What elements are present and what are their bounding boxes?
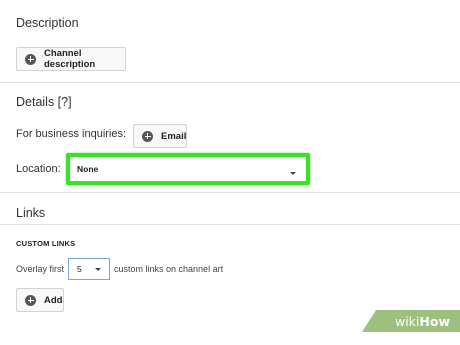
add-link-button[interactable]: Add xyxy=(16,288,64,312)
watermark-how: How xyxy=(419,313,450,329)
overlay-suffix: custom links on channel art xyxy=(114,264,224,274)
add-button-label: Add xyxy=(44,294,63,306)
location-value: None xyxy=(77,164,99,174)
chevron-down-icon xyxy=(290,172,296,175)
overlay-count-select[interactable]: 5 xyxy=(68,258,111,280)
add-circle-icon xyxy=(142,130,153,142)
email-button-label: Email xyxy=(161,130,187,142)
divider xyxy=(0,192,460,193)
add-circle-icon xyxy=(25,294,36,306)
watermark-wiki: wiki xyxy=(394,313,420,329)
details-heading: Details [?] xyxy=(16,95,72,109)
location-label: Location: xyxy=(16,163,61,175)
business-inquiries-label: For business inquiries: xyxy=(16,128,127,140)
divider xyxy=(0,82,460,83)
chevron-down-icon xyxy=(95,268,102,271)
overlay-prefix: Overlay first xyxy=(16,264,65,274)
email-button[interactable]: Email xyxy=(133,124,187,148)
location-select[interactable]: None xyxy=(74,161,302,177)
divider xyxy=(0,224,460,225)
description-heading: Description xyxy=(16,16,79,30)
channel-description-button[interactable]: Channel description xyxy=(16,47,126,71)
links-heading: Links xyxy=(16,206,46,220)
custom-links-header: CUSTOM LINKS xyxy=(16,239,76,248)
overlay-count-value: 5 xyxy=(77,264,82,274)
add-circle-icon xyxy=(25,53,36,65)
channel-description-label: Channel description xyxy=(44,48,96,70)
overlay-row: Overlay first 5 custom links on channel … xyxy=(16,258,223,280)
wikihow-watermark: wiki How xyxy=(362,310,460,332)
location-highlight: None xyxy=(66,153,310,185)
